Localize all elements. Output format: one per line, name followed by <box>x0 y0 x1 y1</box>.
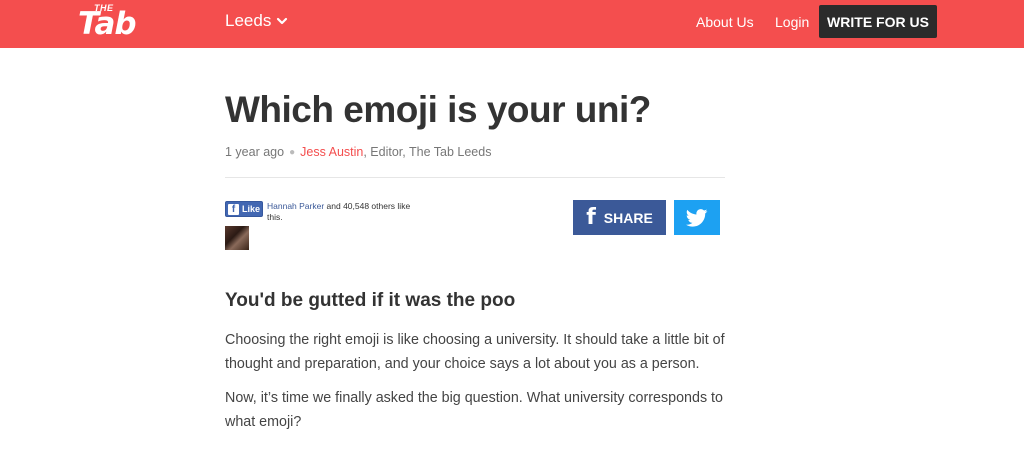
author-link[interactable]: Jess Austin <box>300 145 363 159</box>
chevron-down-icon <box>277 17 288 25</box>
write-for-us-button[interactable]: WRITE FOR US <box>819 5 937 38</box>
about-us-link[interactable]: About Us <box>696 14 754 30</box>
share-label: SHARE <box>603 209 653 226</box>
separator-dot: ● <box>289 147 296 158</box>
login-link[interactable]: Login <box>775 14 809 30</box>
facebook-icon: f <box>228 203 239 215</box>
article-meta: 1 year ago ● Jess Austin, Editor, The Tab … <box>225 145 491 159</box>
the-tab-logo[interactable]: THE Tab <box>78 3 144 41</box>
facebook-like-widget: f Like Hannah Parker and 40,548 others li… <box>225 201 413 223</box>
top-navigation-bar: THE Tab Leeds About Us Login WRITE FOR U… <box>0 0 1024 48</box>
city-selector[interactable]: Leeds <box>225 11 288 31</box>
twitter-bird-icon <box>686 208 708 227</box>
twitter-share-button[interactable] <box>674 200 720 235</box>
published-time: 1 year ago <box>225 145 285 159</box>
logo-main-text: Tab <box>78 6 137 42</box>
city-label: Leeds <box>225 11 272 30</box>
facebook-icon: f <box>586 205 596 230</box>
article-title: Which emoji is your uni? <box>225 89 651 130</box>
facebook-like-button[interactable]: f Like <box>225 201 263 217</box>
article-paragraph: Now, it’s time we finally asked the big … <box>225 390 723 430</box>
like-count-text: Hannah Parker and 40,548 others like thi… <box>267 201 413 223</box>
facebook-share-button[interactable]: f SHARE <box>573 200 666 235</box>
like-friend-link[interactable]: Hannah Parker <box>267 201 324 211</box>
article-subheading: You'd be gutted if it was the poo <box>225 290 516 311</box>
meta-divider <box>225 177 725 178</box>
author-role: , Editor, The Tab Leeds <box>363 145 492 159</box>
friend-avatar[interactable] <box>225 226 249 250</box>
like-label: Like <box>242 204 261 214</box>
article-paragraph: Choosing the right emoji is like choosin… <box>225 332 725 372</box>
